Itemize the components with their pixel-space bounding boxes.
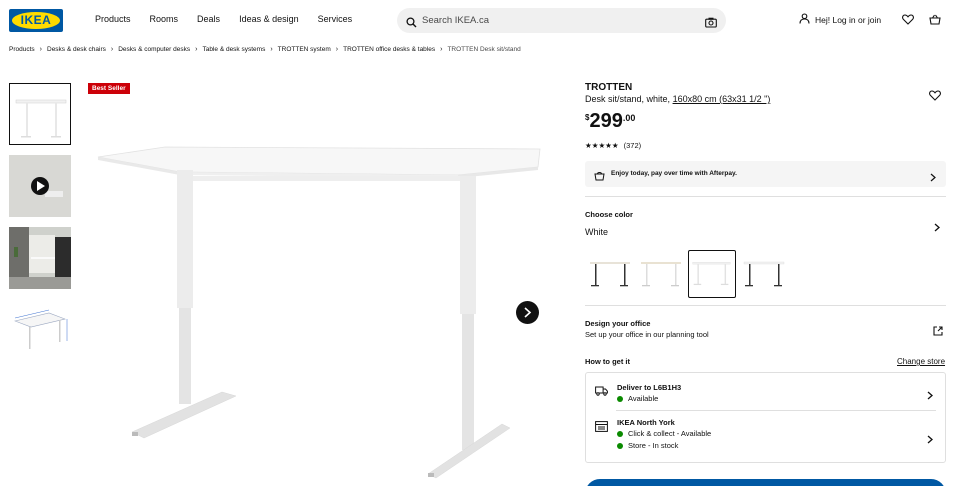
design-office-subtitle: Set up your office in our planning tool xyxy=(585,330,709,339)
change-store-link[interactable]: Change store xyxy=(897,357,945,366)
breadcrumb-item[interactable]: TROTTEN system xyxy=(278,46,331,53)
price-decimal: .00 xyxy=(622,113,636,123)
delivery-status-text: Available xyxy=(628,394,659,403)
camera-icon[interactable] xyxy=(705,15,717,33)
divider xyxy=(585,305,946,306)
click-collect-text: Click & collect - Available xyxy=(628,429,712,438)
chevron-right-icon: › xyxy=(335,46,339,53)
external-link-icon[interactable] xyxy=(933,323,943,341)
breadcrumb-item[interactable]: Table & desk systems xyxy=(202,46,265,53)
favorites-icon[interactable] xyxy=(902,14,914,27)
size-link[interactable]: 160x80 cm (63x31 1/2 ") xyxy=(673,94,771,104)
afterpay-banner[interactable]: Enjoy today, pay over time with Afterpay… xyxy=(585,161,946,187)
best-seller-badge: Best Seller xyxy=(88,83,130,94)
status-dot xyxy=(617,430,623,437)
product-price: $ 299 .00 xyxy=(585,110,635,132)
breadcrumb: Products › Desks & desk chairs › Desks &… xyxy=(9,46,521,53)
product-name: TROTTEN xyxy=(585,82,633,93)
user-icon xyxy=(799,13,810,26)
availability-box: Deliver to L6B1H3 Available IKEA North Y… xyxy=(585,372,946,463)
store-stock-text: Store - In stock xyxy=(628,441,679,450)
site-header: IKEA Products Rooms Deals Ideas & design… xyxy=(0,0,960,40)
search-bar[interactable]: Search IKEA.ca xyxy=(397,8,726,33)
add-to-bag-button[interactable] xyxy=(585,479,946,486)
divider xyxy=(585,196,946,197)
chevron-right-icon xyxy=(930,169,936,187)
shopping-bag-icon xyxy=(594,168,605,186)
product-main-image xyxy=(97,146,541,479)
delivery-title[interactable]: Deliver to L6B1H3 xyxy=(617,383,681,392)
color-swatch[interactable] xyxy=(586,250,634,298)
selected-color: White xyxy=(585,227,609,237)
chevron-right-icon[interactable] xyxy=(934,219,940,237)
thumbnail-video[interactable] xyxy=(9,155,71,217)
color-swatch-selected[interactable] xyxy=(688,250,736,298)
store-icon xyxy=(595,419,608,437)
chevron-right-icon[interactable] xyxy=(927,431,933,449)
afterpay-text: Enjoy today, pay over time with Afterpay… xyxy=(611,170,737,177)
design-office-title[interactable]: Design your office xyxy=(585,319,650,328)
chevron-right-icon[interactable] xyxy=(927,387,933,405)
breadcrumb-item[interactable]: TROTTEN office desks & tables xyxy=(343,46,435,53)
chevron-right-icon: › xyxy=(110,46,114,53)
nav-ideas-design[interactable]: Ideas & design xyxy=(239,14,299,24)
color-swatch[interactable] xyxy=(740,250,788,298)
nav-rooms[interactable]: Rooms xyxy=(150,14,179,24)
nav-products[interactable]: Products xyxy=(95,14,131,24)
chevron-right-icon: › xyxy=(270,46,273,53)
chevron-right-icon: › xyxy=(440,46,443,53)
next-image-button[interactable] xyxy=(516,301,539,324)
color-swatch[interactable] xyxy=(637,250,685,298)
breadcrumb-item[interactable]: Desks & computer desks xyxy=(118,46,190,53)
login-link[interactable]: Hej! Log in or join xyxy=(799,13,881,26)
ikea-logo[interactable]: IKEA xyxy=(9,9,63,32)
search-icon[interactable] xyxy=(406,15,417,33)
store-stock-status: Store - In stock xyxy=(617,441,678,450)
chevron-right-icon: › xyxy=(195,46,198,53)
search-input[interactable]: Search IKEA.ca xyxy=(422,15,489,26)
main-nav: Products Rooms Deals Ideas & design Serv… xyxy=(95,14,371,24)
price-integer: 299 xyxy=(589,110,623,132)
favorite-product-icon[interactable] xyxy=(929,88,941,106)
status-dot xyxy=(617,442,623,449)
breadcrumb-item[interactable]: Products xyxy=(9,46,35,53)
thumbnail-desk-front[interactable] xyxy=(9,83,71,145)
delivery-status: Available xyxy=(617,394,658,403)
store-title[interactable]: IKEA North York xyxy=(617,418,675,427)
breadcrumb-current: TROTTEN Desk sit/stand xyxy=(447,46,521,53)
how-to-get-it-label: How to get it xyxy=(585,357,630,366)
chevron-right-icon xyxy=(524,307,532,318)
desc-prefix: Desk sit/stand, white, xyxy=(585,94,671,104)
thumbnail-dimensions[interactable] xyxy=(9,299,71,361)
cart-icon[interactable] xyxy=(929,14,941,27)
thumbnail-room-scene[interactable] xyxy=(9,227,71,289)
nav-deals[interactable]: Deals xyxy=(197,14,220,24)
rating-count: (372) xyxy=(623,141,642,150)
status-dot xyxy=(617,395,623,402)
product-description: Desk sit/stand, white, 160x80 cm (63x31 … xyxy=(585,94,770,104)
chevron-right-icon: › xyxy=(39,46,42,53)
login-label: Hej! Log in or join xyxy=(815,14,882,25)
breadcrumb-item[interactable]: Desks & desk chairs xyxy=(47,46,106,53)
star-rating-icon: ★★★★★ xyxy=(585,141,619,150)
logo-text: IKEA xyxy=(20,13,52,27)
click-collect-status: Click & collect - Available xyxy=(617,429,711,438)
nav-services[interactable]: Services xyxy=(318,14,353,24)
divider xyxy=(616,410,936,411)
product-rating[interactable]: ★★★★★ (372) xyxy=(585,141,641,150)
choose-color-label: Choose color xyxy=(585,210,633,219)
delivery-truck-icon xyxy=(595,383,608,401)
